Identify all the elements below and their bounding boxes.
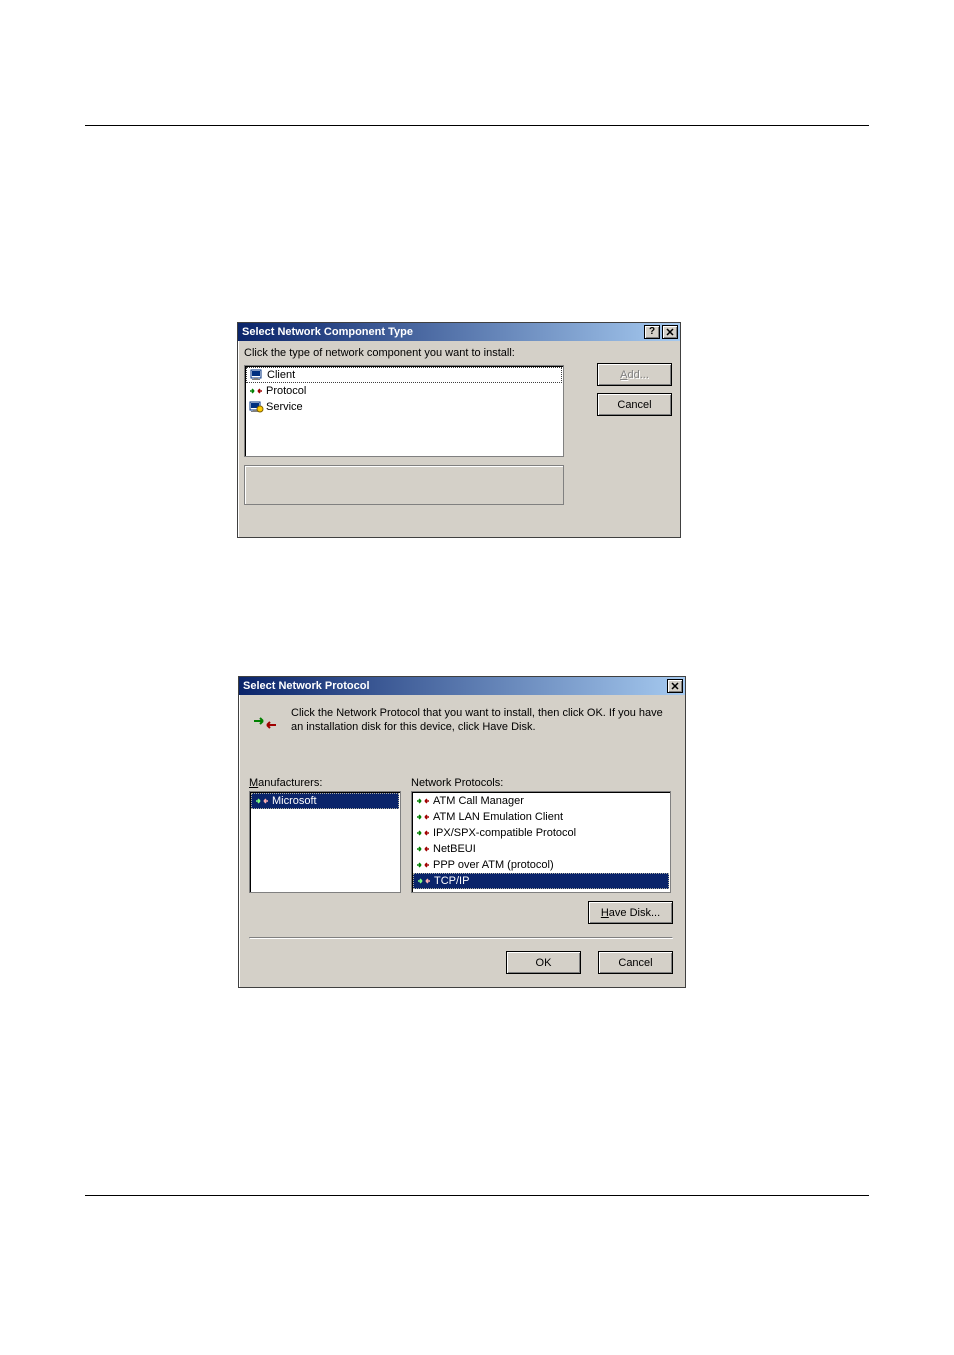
titlebar-text: Select Network Component Type bbox=[240, 326, 642, 338]
manufacturers-label: Manufacturers: bbox=[249, 777, 322, 789]
manufacturers-list[interactable]: Microsoft bbox=[249, 791, 401, 893]
description-panel bbox=[244, 465, 564, 505]
ok-button[interactable]: OK bbox=[506, 951, 581, 974]
list-item-label: Client bbox=[267, 369, 295, 381]
list-item-protocol[interactable]: ATM Call Manager bbox=[413, 793, 669, 809]
prompt-text: Click the type of network component you … bbox=[244, 347, 515, 359]
page-divider-bottom bbox=[85, 1195, 869, 1196]
list-item-protocol[interactable]: ATM LAN Emulation Client bbox=[413, 809, 669, 825]
dialog-select-component-type: Select Network Component Type ? Click th… bbox=[237, 322, 681, 538]
protocols-label: Network Protocols: bbox=[411, 777, 503, 789]
instructions-text: Click the Network Protocol that you want… bbox=[291, 707, 673, 735]
list-item-client[interactable]: Client bbox=[246, 367, 562, 383]
help-icon[interactable]: ? bbox=[644, 325, 660, 339]
list-item-protocol[interactable]: Protocol bbox=[246, 383, 562, 399]
service-icon bbox=[248, 399, 264, 415]
list-item-label: PPP over ATM (protocol) bbox=[433, 859, 554, 871]
cancel-button[interactable]: Cancel bbox=[597, 393, 672, 416]
dialog-select-network-protocol: Select Network Protocol Click the Networ… bbox=[238, 676, 686, 988]
titlebar: Select Network Protocol bbox=[239, 677, 685, 695]
component-type-list[interactable]: Client Protocol Service bbox=[244, 365, 564, 457]
client-icon bbox=[249, 367, 265, 383]
protocol-icon bbox=[248, 383, 264, 399]
list-item-microsoft[interactable]: Microsoft bbox=[251, 793, 399, 809]
page-divider-top bbox=[85, 125, 869, 126]
protocol-icon bbox=[415, 793, 431, 809]
have-disk-button[interactable]: Have Disk... bbox=[588, 901, 673, 924]
list-item-label: Microsoft bbox=[272, 795, 317, 807]
separator bbox=[249, 937, 673, 939]
protocols-list[interactable]: ATM Call Manager ATM LAN Emulation Clien… bbox=[411, 791, 671, 893]
list-item-label: TCP/IP bbox=[434, 875, 469, 887]
add-button[interactable]: Add... bbox=[597, 363, 672, 386]
list-item-label: Service bbox=[266, 401, 303, 413]
cancel-button[interactable]: Cancel bbox=[598, 951, 673, 974]
list-item-label: IPX/SPX-compatible Protocol bbox=[433, 827, 576, 839]
protocol-icon bbox=[416, 873, 432, 889]
list-item-label: ATM Call Manager bbox=[433, 795, 524, 807]
list-item-label: NetBEUI bbox=[433, 843, 476, 855]
list-item-label: Protocol bbox=[266, 385, 306, 397]
list-item-protocol[interactable]: PPP over ATM (protocol) bbox=[413, 857, 669, 873]
protocol-icon bbox=[415, 825, 431, 841]
protocol-icon bbox=[415, 809, 431, 825]
protocol-icon bbox=[415, 857, 431, 873]
list-item-protocol[interactable]: NetBEUI bbox=[413, 841, 669, 857]
protocol-icon bbox=[415, 841, 431, 857]
close-icon[interactable] bbox=[662, 325, 678, 339]
list-item-label: ATM LAN Emulation Client bbox=[433, 811, 563, 823]
list-item-service[interactable]: Service bbox=[246, 399, 562, 415]
manufacturer-icon bbox=[254, 793, 270, 809]
titlebar-text: Select Network Protocol bbox=[241, 680, 665, 692]
list-item-tcpip[interactable]: TCP/IP bbox=[413, 873, 669, 889]
close-icon[interactable] bbox=[667, 679, 683, 693]
list-item-protocol[interactable]: IPX/SPX-compatible Protocol bbox=[413, 825, 669, 841]
protocol-large-icon bbox=[249, 707, 281, 739]
titlebar: Select Network Component Type ? bbox=[238, 323, 680, 341]
